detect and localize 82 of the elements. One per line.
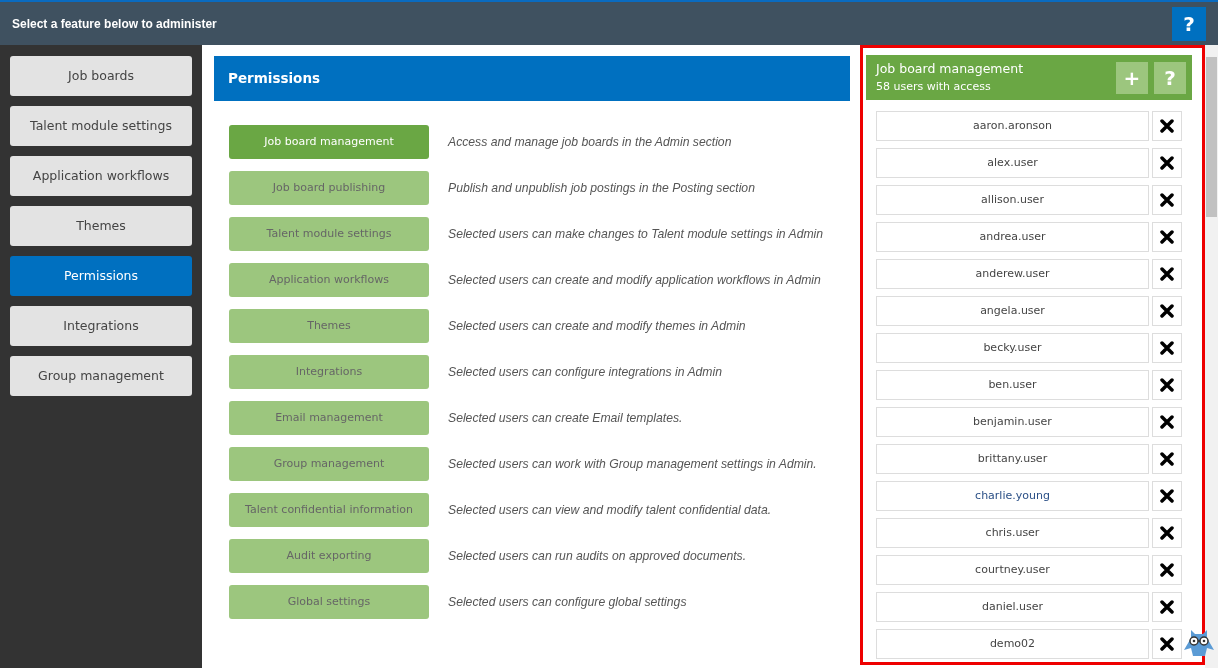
permission-button[interactable]: Themes [229, 309, 429, 343]
user-name-field: brittany.user [876, 444, 1149, 474]
permission-button[interactable]: Global settings [229, 585, 429, 619]
close-icon [1160, 600, 1174, 614]
permission-button[interactable]: Job board publishing [229, 171, 429, 205]
close-icon [1160, 119, 1174, 133]
remove-user-button[interactable] [1152, 185, 1182, 215]
permission-button[interactable]: Group management [229, 447, 429, 481]
close-icon [1160, 637, 1174, 651]
scrollbar[interactable] [1205, 45, 1218, 668]
permission-button[interactable]: Integrations [229, 355, 429, 389]
sidebar-item[interactable]: Talent module settings [10, 106, 192, 146]
remove-user-button[interactable] [1152, 629, 1182, 659]
remove-user-button[interactable] [1152, 296, 1182, 326]
permission-button[interactable]: Job board management [229, 125, 429, 159]
sidebar-item[interactable]: Integrations [10, 306, 192, 346]
permission-description: Selected users can configure global settings [447, 593, 687, 611]
panel-title: Job board management [876, 59, 1024, 78]
permission-description: Selected users can make changes to Talent module settings in Admin [447, 225, 824, 243]
close-icon [1160, 452, 1174, 466]
help-button[interactable]: ? [1172, 6, 1206, 41]
add-user-button[interactable]: + [1116, 61, 1148, 94]
sidebar-item[interactable]: Job boards [10, 56, 192, 96]
user-name-field: andrea.user [876, 222, 1149, 252]
user-name-field: becky.user [876, 333, 1149, 363]
remove-user-button[interactable] [1152, 555, 1182, 585]
remove-user-button[interactable] [1152, 518, 1182, 548]
close-icon [1160, 341, 1174, 355]
close-icon [1160, 267, 1174, 281]
user-name-field: charlie.young [876, 481, 1149, 511]
remove-user-button[interactable] [1152, 481, 1182, 511]
permission-button[interactable]: Talent module settings [229, 217, 429, 251]
permission-button[interactable]: Application workflows [229, 263, 429, 297]
close-icon [1160, 304, 1174, 318]
sidebar-item[interactable]: Themes [10, 206, 192, 246]
permission-button[interactable]: Talent confidential information [229, 493, 429, 527]
remove-user-button[interactable] [1152, 407, 1182, 437]
section-title: Permissions [214, 56, 850, 101]
permission-description: Selected users can create and modify application workflows in Admin [447, 271, 821, 289]
sidebar-item[interactable]: Permissions [10, 256, 192, 296]
header-title: Select a feature below to administer [12, 15, 217, 33]
remove-user-button[interactable] [1152, 148, 1182, 178]
close-icon [1160, 378, 1174, 392]
user-name-field: courtney.user [876, 555, 1149, 585]
permission-button[interactable]: Audit exporting [229, 539, 429, 573]
permission-description: Selected users can view and modify talent confidential data. [447, 501, 772, 519]
user-name-field: allison.user [876, 185, 1149, 215]
user-name-field: alex.user [876, 148, 1149, 178]
permission-description: Selected users can create and modify themes in Admin [447, 317, 746, 335]
close-icon [1160, 230, 1174, 244]
close-icon [1160, 526, 1174, 540]
sidebar-item[interactable]: Group management [10, 356, 192, 396]
permission-description: Selected users can create Email templates. [447, 409, 683, 427]
permission-description: Publish and unpublish job postings in the Posting section [447, 179, 755, 197]
close-icon [1160, 563, 1174, 577]
user-name-field: demo02 [876, 629, 1149, 659]
close-icon [1160, 156, 1174, 170]
remove-user-button[interactable] [1152, 444, 1182, 474]
permission-description: Selected users can configure integrations in Admin [447, 363, 722, 381]
remove-user-button[interactable] [1152, 370, 1182, 400]
user-count: 58 users with access [876, 78, 992, 95]
remove-user-button[interactable] [1152, 222, 1182, 252]
permission-description: Selected users can run audits on approved documents. [447, 547, 747, 565]
permission-button[interactable]: Email management [229, 401, 429, 435]
user-name-field: anderew.user [876, 259, 1149, 289]
user-name-field: daniel.user [876, 592, 1149, 622]
user-name-field: ben.user [876, 370, 1149, 400]
close-icon [1160, 193, 1174, 207]
help-button[interactable]: ? [1154, 61, 1186, 94]
user-name-field: angela.user [876, 296, 1149, 326]
remove-user-button[interactable] [1152, 111, 1182, 141]
user-name-field: benjamin.user [876, 407, 1149, 437]
close-icon [1160, 415, 1174, 429]
user-name-field: chris.user [876, 518, 1149, 548]
user-name-field: aaron.aronson [876, 111, 1149, 141]
remove-user-button[interactable] [1152, 259, 1182, 289]
sidebar-item[interactable]: Application workflows [10, 156, 192, 196]
close-icon [1160, 489, 1174, 503]
permission-description: Selected users can work with Group management settings in Admin. [447, 455, 817, 473]
permission-description: Access and manage job boards in the Admin section [446, 133, 732, 151]
remove-user-button[interactable] [1152, 333, 1182, 363]
remove-user-button[interactable] [1152, 592, 1182, 622]
